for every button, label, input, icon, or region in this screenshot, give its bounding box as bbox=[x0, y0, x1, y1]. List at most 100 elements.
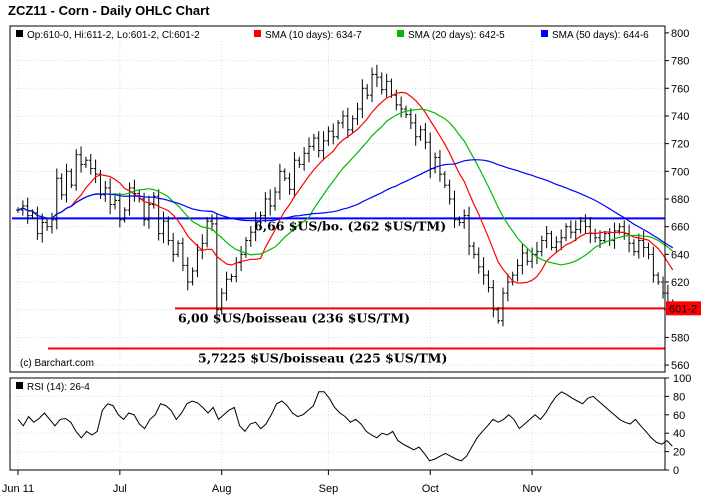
ohlc-bar bbox=[161, 211, 166, 244]
x-tick-label: Nov bbox=[522, 483, 542, 495]
ohlc-bar bbox=[471, 241, 476, 259]
ohlc-bar bbox=[282, 168, 287, 182]
x-tick-label: Jul bbox=[113, 483, 127, 495]
ohlc-bar bbox=[307, 137, 311, 163]
ohlc-bar bbox=[627, 224, 632, 253]
ohlc-bar bbox=[413, 113, 418, 146]
ohlc-bar bbox=[651, 246, 656, 283]
ohlc-bar bbox=[505, 273, 510, 302]
ohlc-bar bbox=[142, 192, 147, 226]
x-tick-label: Oct bbox=[422, 483, 439, 495]
ohlc-bar bbox=[88, 154, 93, 175]
price-tick-label: 640 bbox=[671, 249, 689, 261]
line-annotation: 6,00 $US/boisseau (236 $US/TM) bbox=[178, 310, 410, 325]
ohlc-bar bbox=[273, 187, 278, 211]
ohlc-bar bbox=[176, 240, 181, 258]
rsi-legend-swatch bbox=[16, 382, 23, 389]
ohlc-bar bbox=[481, 257, 486, 285]
ohlc-bar bbox=[340, 110, 345, 129]
ohlc-bar bbox=[583, 214, 588, 234]
ohlc-bar bbox=[321, 131, 326, 161]
ohlc-bar bbox=[374, 64, 379, 87]
ohlc-bar bbox=[64, 163, 69, 203]
legend-swatch-sma bbox=[541, 30, 548, 37]
price-tick-label: 660 bbox=[671, 222, 689, 234]
rsi-tick-label: 60 bbox=[673, 410, 685, 422]
ohlc-bar bbox=[515, 259, 520, 282]
ohlc-bar bbox=[69, 168, 74, 188]
annotation-labels: 6,66 $US/bo. (262 $US/TM) 6,00 $US/boisse… bbox=[20, 218, 447, 369]
ohlc-bar bbox=[646, 242, 651, 260]
ohlc-bar bbox=[166, 216, 171, 246]
ohlc-bar bbox=[491, 279, 496, 318]
legend-sma-label: SMA (50 days): 644-6 bbox=[552, 30, 649, 41]
ohlc-bar bbox=[355, 102, 360, 125]
sma-line bbox=[17, 108, 674, 266]
line-annotation: 5,7225 $US/boisseau (225 $US/TM) bbox=[198, 350, 447, 365]
ohlc-bar bbox=[360, 79, 365, 119]
ohlc-bar bbox=[399, 96, 404, 118]
ohlc-bar bbox=[200, 234, 205, 260]
legend-sma-label: SMA (10 days): 634-7 bbox=[265, 30, 362, 41]
ohlc-bar bbox=[476, 247, 481, 274]
ohlc-bars bbox=[16, 64, 675, 327]
ohlc-bar bbox=[345, 107, 350, 139]
ohlc-bar bbox=[350, 115, 355, 134]
rsi-panel bbox=[17, 391, 673, 462]
ohlc-bar bbox=[452, 190, 457, 229]
ohlc-chart: 8007807607407207006806606406206005805601… bbox=[2, 25, 701, 495]
ohlc-bar bbox=[336, 120, 341, 140]
ohlc-bar bbox=[326, 126, 331, 146]
ohlc-bar bbox=[501, 287, 505, 327]
ohlc-bar bbox=[171, 232, 176, 262]
price-tick-label: 560 bbox=[671, 360, 689, 372]
ohlc-bar bbox=[578, 216, 583, 234]
ohlc-bar bbox=[525, 248, 530, 266]
ohlc-bar bbox=[234, 257, 239, 283]
watermark: (c) Barchart.com bbox=[20, 358, 94, 369]
ohlc-bar bbox=[423, 122, 428, 150]
ohlc-bar bbox=[530, 247, 535, 269]
ohlc-bar bbox=[35, 206, 40, 240]
x-tick-label: Jun 11 bbox=[2, 483, 34, 495]
ohlc-bar bbox=[486, 270, 491, 293]
sma-line bbox=[17, 159, 674, 249]
ohlc-bar bbox=[297, 156, 302, 168]
ohlc-bar bbox=[656, 272, 661, 285]
support-resistance-lines bbox=[12, 217, 665, 350]
rsi-legend-label: RSI (14): 26-4 bbox=[27, 382, 90, 393]
ohlc-bar bbox=[428, 132, 433, 179]
ohlc-bar bbox=[113, 195, 117, 210]
ohlc-bar bbox=[593, 228, 598, 243]
ohlc-bar bbox=[224, 271, 229, 301]
ohlc-bar bbox=[384, 73, 389, 98]
ohlc-bar bbox=[433, 152, 438, 174]
ohlc-bar bbox=[214, 214, 219, 320]
ohlc-bar bbox=[151, 192, 156, 209]
ohlc-bar bbox=[631, 239, 636, 256]
ohlc-bar bbox=[661, 276, 666, 299]
rsi-line bbox=[17, 391, 673, 462]
price-tick-label: 580 bbox=[671, 332, 689, 344]
ohlc-bar bbox=[588, 216, 593, 244]
ohlc-bar bbox=[79, 146, 84, 173]
ohlc-bar bbox=[442, 171, 447, 188]
legend-swatch-ohlc bbox=[16, 30, 23, 37]
line-annotation: 6,66 $US/bo. (262 $US/TM) bbox=[254, 218, 446, 233]
x-tick-label: Sep bbox=[319, 483, 339, 495]
ohlc-bar bbox=[156, 189, 161, 241]
ohlc-bar bbox=[74, 149, 79, 191]
ohlc-bar bbox=[59, 173, 64, 200]
last-price-label: 601-2 bbox=[669, 303, 697, 315]
legend-swatch-sma bbox=[397, 30, 404, 37]
ohlc-bar bbox=[45, 218, 50, 231]
price-tick-label: 780 bbox=[671, 56, 689, 68]
ohlc-bar bbox=[229, 273, 234, 283]
ohlc-bar bbox=[287, 172, 292, 195]
ohlc-bar bbox=[277, 163, 282, 200]
ohlc-bar bbox=[108, 178, 113, 215]
legend-ohlc-values: Op:610-0, Hi:611-2, Lo:601-2, Cl:601-2 bbox=[27, 30, 200, 41]
ohlc-bar bbox=[311, 133, 316, 151]
legend: Op:610-0, Hi:611-2, Lo:601-2, Cl:601-2 SM… bbox=[11, 27, 664, 393]
price-tick-label: 700 bbox=[671, 166, 689, 178]
